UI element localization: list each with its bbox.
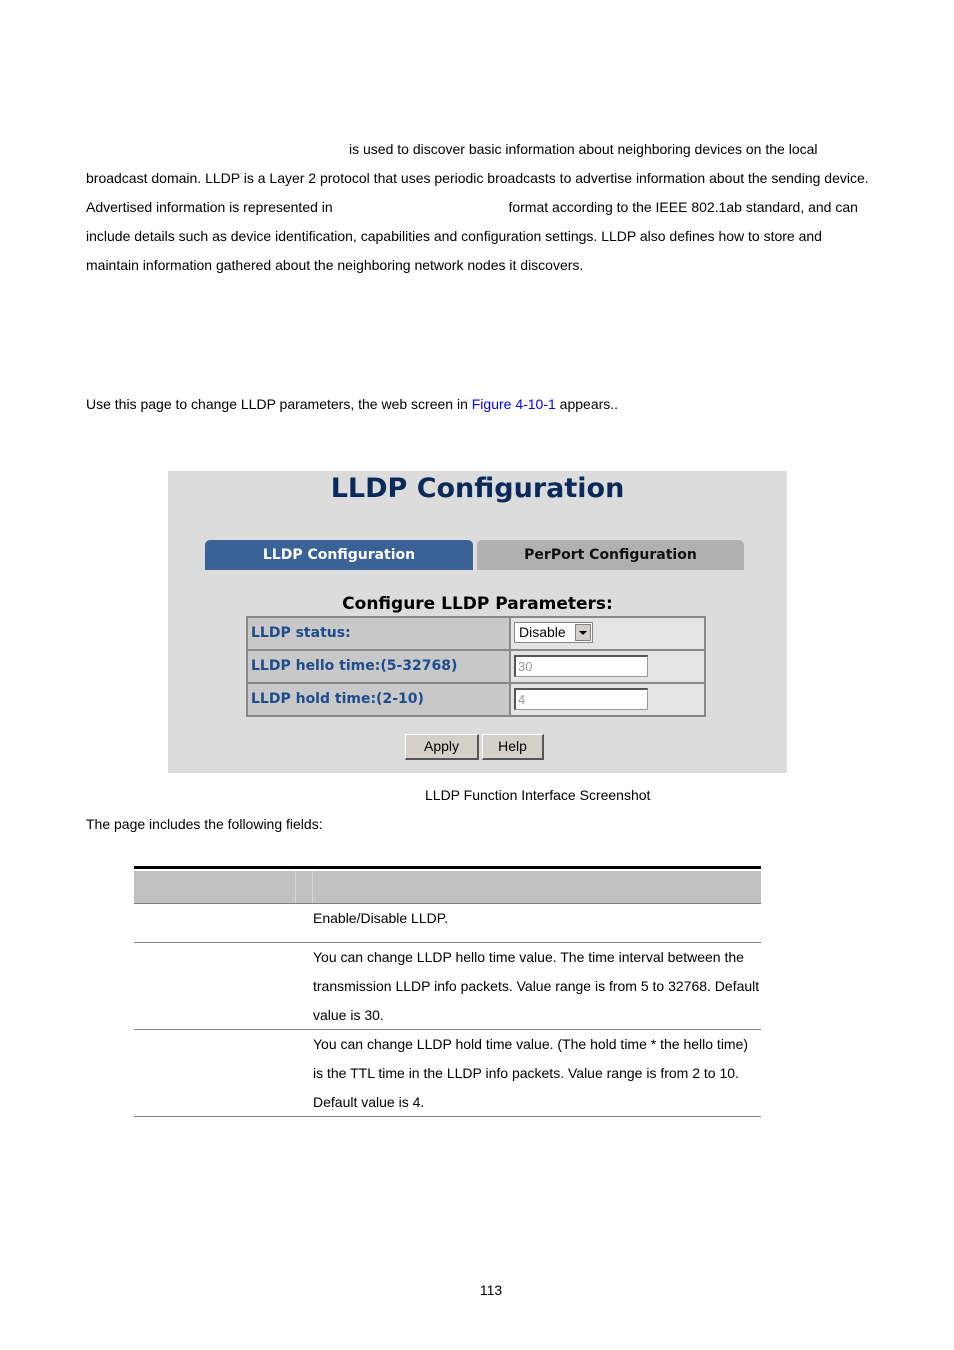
apply-button[interactable]: Apply (405, 734, 479, 760)
use-page-text: Use this page to change LLDP parameters,… (86, 396, 472, 412)
help-button[interactable]: Help (482, 734, 544, 760)
tab-perport-configuration[interactable]: PerPort Configuration (477, 540, 744, 570)
header-spacer-cell (296, 871, 313, 903)
description-cell: You can change LLDP hello time value. Th… (313, 949, 760, 1023)
figure-caption: LLDP Function Interface Screenshot (425, 787, 651, 803)
table-row: Enable/Disable LLDP. (134, 904, 761, 943)
fields-intro: The page includes the following fields: (86, 816, 323, 832)
hold-time-label: LLDP hold time:(2-10) (248, 684, 509, 715)
figure-title: LLDP Configuration (330, 473, 625, 504)
lldp-status-label: LLDP status: (248, 618, 509, 649)
object-cell (134, 943, 313, 1029)
lldp-config-screenshot: LLDP Configuration LLDP Configuration Pe… (168, 471, 787, 773)
table-top-rule (134, 866, 761, 869)
description-cell: You can change LLDP hold time value. (Th… (313, 1036, 749, 1110)
table-row: You can change LLDP hold time value. (Th… (134, 1030, 761, 1117)
param-row-hold-time: LLDP hold time:(2-10) 4 (248, 684, 704, 715)
tab-lldp-configuration[interactable]: LLDP Configuration (205, 540, 473, 570)
hold-time-input[interactable]: 4 (514, 688, 648, 710)
intro-paragraph: is used to discover basic information ab… (86, 135, 876, 280)
lldp-status-select[interactable]: Disable (514, 622, 593, 643)
params-title: Configure LLDP Parameters: (342, 594, 613, 614)
object-cell (134, 1030, 313, 1116)
fields-description-table: Enable/Disable LLDP. You can change LLDP… (134, 866, 761, 1117)
page-number: 113 (479, 1282, 503, 1298)
use-page-text-end: appears.. (555, 396, 619, 412)
description-cell: Enable/Disable LLDP. (313, 910, 449, 926)
object-cell (134, 904, 313, 942)
params-table: LLDP status: Disable LLDP hello time:(5-… (246, 616, 706, 717)
use-page-paragraph: Use this page to change LLDP parameters,… (86, 390, 876, 419)
lldp-status-value: Disable (519, 624, 566, 640)
param-row-status: LLDP status: Disable (248, 618, 704, 649)
table-header (134, 871, 761, 904)
header-object-cell (134, 871, 296, 903)
param-row-hello-time: LLDP hello time:(5-32768) 30 (248, 651, 704, 682)
figure-link[interactable]: Figure 4-10-1 (472, 396, 556, 412)
dropdown-arrow-icon[interactable] (575, 624, 591, 641)
table-row: You can change LLDP hello time value. Th… (134, 943, 761, 1030)
hello-time-input[interactable]: 30 (514, 655, 648, 677)
hello-time-label: LLDP hello time:(5-32768) (248, 651, 509, 682)
